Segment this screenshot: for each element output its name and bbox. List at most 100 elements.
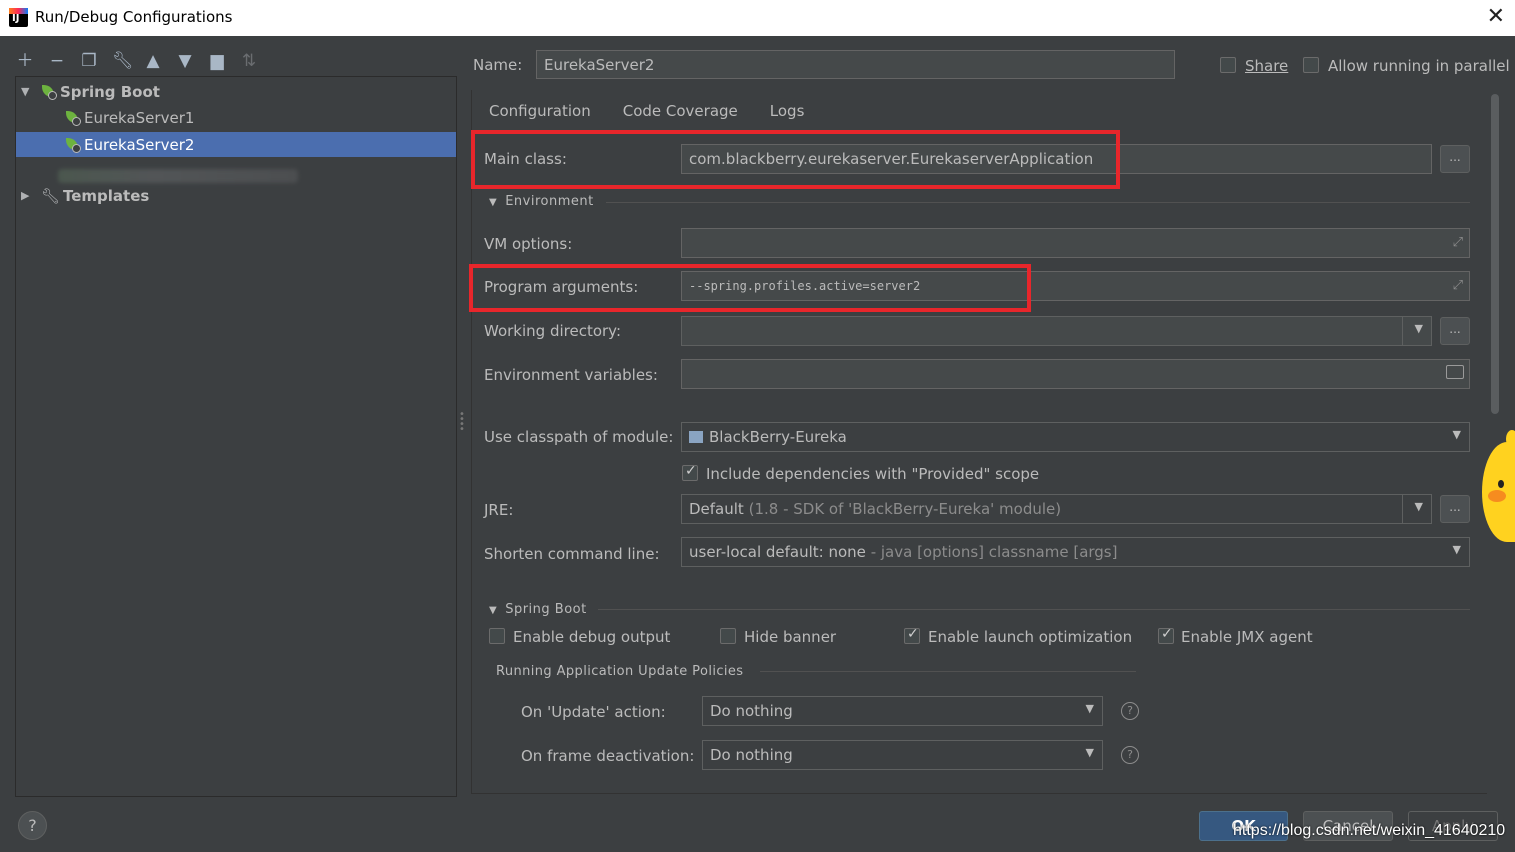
tab-logs[interactable]: Logs [770,102,805,120]
tab-code-coverage[interactable]: Code Coverage [623,102,738,120]
tree-item-templates[interactable]: ▶ 🔧︎ Templates [16,183,456,208]
tree-item-label: EurekaServer1 [84,108,195,127]
share-label: Share [1245,57,1289,75]
move-up-icon[interactable]: ▲ [144,52,162,70]
main-class-label: Main class: [484,150,567,168]
title-bar: IJ Run/Debug Configurations ✕ [0,0,1515,36]
section-divider [606,202,1470,203]
tab-configuration[interactable]: Configuration [489,102,591,120]
section-title: Spring Boot [505,602,587,617]
hide-banner-checkbox[interactable] [720,628,736,644]
scroll-thumb[interactable] [1491,94,1499,414]
tree-item-spring-boot[interactable]: ▼ Spring Boot [16,79,456,104]
classpath-module-combo[interactable]: BlackBerry-Eureka ▼ [681,422,1470,452]
splitter-handle[interactable]: • • • • [459,410,465,435]
parallel-checkbox[interactable] [1303,57,1319,73]
environment-variables-label: Environment variables: [484,366,658,384]
watermark: https://blog.csdn.net/weixin_41640210 [1233,822,1506,839]
expand-icon[interactable]: ⤢ [1453,278,1463,293]
include-provided-checkbox[interactable] [682,463,698,481]
tree-item-label: EurekaServer2 [84,135,195,154]
browse-jre-button[interactable]: ... [1440,495,1470,523]
move-down-icon[interactable]: ▼ [176,52,194,70]
share-checkbox[interactable] [1220,57,1236,73]
combo-separator [1402,495,1403,523]
environment-section[interactable]: ▼ Environment [489,194,594,209]
browse-main-class-button[interactable]: ... [1440,145,1470,173]
panel-border [471,90,472,794]
update-policies-title: Running Application Update Policies [496,664,744,679]
chevron-down-icon[interactable]: ▼ [1086,702,1094,715]
section-title: Environment [505,194,594,209]
remove-icon[interactable]: − [48,52,66,70]
collapse-arrow-icon[interactable]: ▶ [21,189,33,202]
help-button[interactable]: ? [18,811,47,840]
on-update-label: On 'Update' action: [521,703,666,721]
duck-eye [1498,480,1504,488]
spring-boot-icon [65,137,81,153]
classpath-module-value: BlackBerry-Eureka [709,428,847,446]
working-directory-label: Working directory: [484,322,622,340]
help-icon[interactable]: ? [1121,746,1139,764]
expand-icon[interactable]: ⤢ [1453,235,1463,250]
close-icon[interactable]: ✕ [1487,4,1505,29]
enable-jmx-label: Enable JMX agent [1181,628,1313,646]
config-toolbar: ＋ − ❐ 🔧︎ ▲ ▼ ▆ ⇅ [16,48,258,74]
help-icon[interactable]: ? [1121,702,1139,720]
name-input[interactable]: EurekaServer2 [536,50,1175,79]
duck-sticker [1478,430,1515,548]
chevron-down-icon[interactable]: ▼ [1453,428,1461,441]
collapse-triangle-icon: ▼ [489,605,498,616]
classpath-module-label: Use classpath of module: [484,428,674,446]
section-divider [598,609,1470,610]
on-update-combo[interactable]: Do nothing ▼ [702,696,1103,726]
working-directory-combo[interactable]: ▼ [681,316,1432,346]
enable-debug-output-checkbox[interactable] [489,628,505,644]
config-tabs: Configuration Code Coverage Logs [489,102,804,120]
new-folder-icon[interactable]: ▆ [208,52,226,70]
tree-item-eurekaserver2[interactable]: EurekaServer2 [16,132,456,157]
shorten-cmd-combo[interactable]: user-local default: none - java [options… [681,537,1470,567]
hide-banner-label: Hide banner [744,628,837,646]
parallel-label: Allow running in parallel [1328,57,1510,75]
enable-debug-output-label: Enable debug output [513,628,671,646]
tree-item-label: Templates [63,186,150,205]
program-arguments-input[interactable]: --spring.profiles.active=server2 ⤢ [681,271,1470,301]
edit-defaults-icon[interactable]: 🔧︎ [112,52,134,70]
shorten-cmd-label: Shorten command line: [484,545,660,563]
panel-border-bottom [471,793,1487,794]
add-icon[interactable]: ＋ [16,52,34,70]
tree-item-eurekaserver1[interactable]: EurekaServer1 [16,105,456,130]
program-arguments-value: --spring.profiles.active=server2 [689,279,921,293]
module-icon [689,431,703,443]
enable-launch-optimization-checkbox[interactable] [904,626,920,644]
config-tree: ▼ Spring Boot EurekaServer1 EurekaServer… [15,76,457,797]
chevron-down-icon[interactable]: ▼ [1086,746,1094,759]
chevron-down-icon[interactable]: ▼ [1453,543,1461,556]
tree-item-label: Spring Boot [60,82,160,101]
spring-boot-icon [41,84,57,100]
program-arguments-label: Program arguments: [484,278,639,296]
sort-icon[interactable]: ⇅ [240,52,258,70]
wrench-icon: 🔧︎ [41,186,61,205]
enable-jmx-checkbox[interactable] [1158,626,1174,644]
vm-options-input[interactable]: ⤢ [681,228,1470,258]
main-class-input[interactable]: com.blackberry.eurekaserver.Eurekaserver… [681,144,1432,174]
combo-separator [1402,317,1403,345]
on-frame-deactivation-combo[interactable]: Do nothing ▼ [702,740,1103,770]
window-title: Run/Debug Configurations [35,8,233,26]
folder-icon[interactable] [1446,365,1464,379]
jre-combo[interactable]: Default (1.8 - SDK of 'BlackBerry-Eureka… [681,494,1432,524]
spring-boot-section[interactable]: ▼ Spring Boot [489,602,587,617]
chevron-down-icon[interactable]: ▼ [1415,500,1423,513]
expand-arrow-icon[interactable]: ▼ [21,85,33,98]
duck-beak [1488,490,1506,502]
intellij-app-icon: IJ [9,8,28,27]
name-label: Name: [473,56,523,74]
shorten-cmd-detail: - java [options] classname [args] [870,543,1118,561]
copy-icon[interactable]: ❐ [80,52,98,70]
include-provided-label: Include dependencies with "Provided" sco… [706,465,1040,483]
environment-variables-input[interactable] [681,359,1470,389]
browse-working-directory-button[interactable]: ... [1440,317,1470,345]
chevron-down-icon[interactable]: ▼ [1415,322,1423,335]
